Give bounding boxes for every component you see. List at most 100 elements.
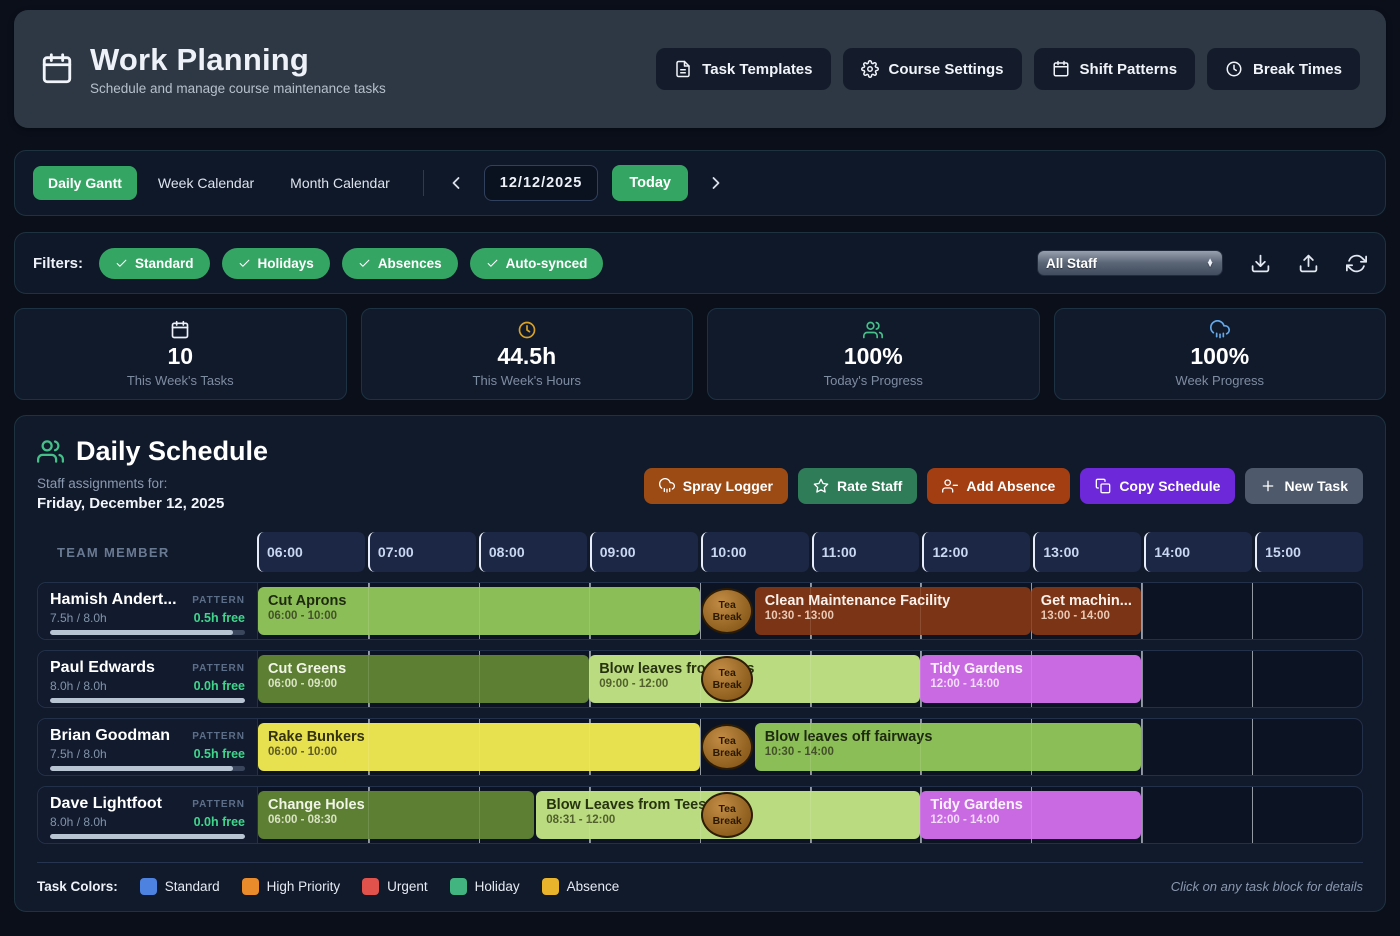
- stat-card-today-s-progress: 100%Today's Progress: [707, 308, 1040, 400]
- hour-gridline-overlay: [479, 787, 480, 843]
- task-block-clean-maintenance-facility[interactable]: Clean Maintenance Facility10:30 - 13:00: [755, 587, 1031, 635]
- hour-gridline-overlay: [920, 719, 921, 775]
- task-time: 13:00 - 14:00: [1041, 610, 1131, 622]
- hour-gridline-overlay: [368, 583, 369, 639]
- prev-day-button[interactable]: [442, 169, 470, 197]
- pattern-label: PATTERN: [192, 799, 245, 810]
- users-icon: [863, 320, 883, 340]
- member-name: Brian Goodman: [50, 727, 170, 745]
- row-timeline: Rake Bunkers06:00 - 10:00Blow leaves off…: [258, 719, 1362, 775]
- legend-item-label: Urgent: [387, 879, 428, 894]
- download-button[interactable]: [1250, 253, 1271, 274]
- pill-label: Standard: [135, 256, 194, 271]
- stat-card-this-week-s-hours: 44.5hThis Week's Hours: [361, 308, 694, 400]
- check-icon: [486, 257, 499, 270]
- break-times-button[interactable]: Break Times: [1207, 48, 1360, 90]
- capacity-bar: [50, 630, 245, 635]
- tea-break[interactable]: Tea Break: [701, 724, 753, 770]
- course-settings-button[interactable]: Course Settings: [843, 48, 1022, 90]
- capacity-bar: [50, 698, 245, 703]
- cloud-rain-icon: [1210, 320, 1230, 340]
- plus-icon: [1260, 478, 1276, 494]
- rate-staff-button[interactable]: Rate Staff: [798, 468, 917, 504]
- upload-icon: [1298, 253, 1319, 274]
- filter-holidays-pill[interactable]: Holidays: [222, 248, 330, 279]
- button-label: Task Templates: [702, 61, 812, 78]
- staff-filter-select[interactable]: All Staff ▲▼: [1037, 250, 1223, 276]
- task-templates-button[interactable]: Task Templates: [656, 48, 830, 90]
- schedule-subtitle: Staff assignments for:: [37, 476, 268, 491]
- time-column-13-00: 13:00: [1033, 532, 1141, 572]
- filter-bar: Filters: StandardHolidaysAbsencesAuto-sy…: [14, 232, 1386, 294]
- cloud-rain-icon: [659, 478, 675, 494]
- stat-value: 100%: [1190, 343, 1249, 370]
- hour-gridline-overlay: [1252, 651, 1253, 707]
- calendar-icon: [1052, 60, 1070, 78]
- schedule-header: Daily Schedule Staff assignments for: Fr…: [37, 436, 1363, 512]
- member-card[interactable]: Brian GoodmanPATTERN7.5h / 8.0h0.5h free: [38, 719, 258, 775]
- filter-absences-pill[interactable]: Absences: [342, 248, 458, 279]
- member-free-hours: 0.0h free: [194, 815, 245, 829]
- button-label: Copy Schedule: [1119, 478, 1220, 494]
- schedule-row-brian-goodman: Brian GoodmanPATTERN7.5h / 8.0h0.5h free…: [37, 718, 1363, 776]
- pattern-label: PATTERN: [192, 731, 245, 742]
- pill-label: Holidays: [258, 256, 314, 271]
- member-card[interactable]: Dave LightfootPATTERN8.0h / 8.0h0.0h fre…: [38, 787, 258, 843]
- divider: [423, 170, 424, 196]
- legend-item-high-priority: High Priority: [242, 878, 341, 895]
- tea-break[interactable]: Tea Break: [701, 792, 753, 838]
- tea-break[interactable]: Tea Break: [701, 588, 753, 634]
- copy-schedule-button[interactable]: Copy Schedule: [1080, 468, 1235, 504]
- copy-icon: [1095, 478, 1111, 494]
- hour-gridline-overlay: [810, 583, 811, 639]
- today-button[interactable]: Today: [612, 165, 688, 201]
- new-task-button[interactable]: New Task: [1245, 468, 1363, 504]
- hour-gridline-overlay: [368, 719, 369, 775]
- filter-auto-synced-pill[interactable]: Auto-synced: [470, 248, 604, 279]
- shift-patterns-button[interactable]: Shift Patterns: [1034, 48, 1196, 90]
- button-label: New Task: [1284, 478, 1348, 494]
- time-column-14-00: 14:00: [1144, 532, 1252, 572]
- tab-week-calendar[interactable]: Week Calendar: [143, 166, 269, 200]
- filter-standard-pill[interactable]: Standard: [99, 248, 210, 279]
- task-block-get-machin[interactable]: Get machin...13:00 - 14:00: [1031, 587, 1141, 635]
- row-timeline: Change Holes06:00 - 08:30Blow Leaves fro…: [258, 787, 1362, 843]
- chevron-left-icon: [446, 173, 466, 193]
- hour-gridline-overlay: [479, 583, 480, 639]
- time-column-11-00: 11:00: [812, 532, 920, 572]
- task-title: Get machin...: [1041, 593, 1131, 609]
- legend-item-label: Absence: [567, 879, 620, 894]
- task-block-blow-leaves-from-tees[interactable]: Blow leaves from Tees09:00 - 12:00: [589, 655, 920, 703]
- legend-item-absence: Absence: [542, 878, 620, 895]
- legend-item-label: High Priority: [267, 879, 341, 894]
- add-absence-button[interactable]: Add Absence: [927, 468, 1070, 504]
- refresh-button[interactable]: [1346, 253, 1367, 274]
- hour-gridline-overlay: [479, 651, 480, 707]
- hour-gridline-overlay: [589, 583, 590, 639]
- tea-break[interactable]: Tea Break: [701, 656, 753, 702]
- spray-logger-button[interactable]: Spray Logger: [644, 468, 788, 504]
- hour-gridline-overlay: [368, 787, 369, 843]
- member-hours: 7.5h / 8.0h: [50, 611, 107, 625]
- team-member-column-header: TEAM MEMBER: [37, 545, 257, 560]
- task-block-blow-leaves-off-fairways[interactable]: Blow leaves off fairways10:30 - 14:00: [755, 723, 1141, 771]
- next-day-button[interactable]: [702, 169, 730, 197]
- member-card[interactable]: Hamish Andert...PATTERN7.5h / 8.0h0.5h f…: [38, 583, 258, 639]
- date-input[interactable]: 12/12/2025: [484, 165, 599, 201]
- check-icon: [358, 257, 371, 270]
- member-card[interactable]: Paul EdwardsPATTERN8.0h / 8.0h0.0h free: [38, 651, 258, 707]
- task-block-change-holes[interactable]: Change Holes06:00 - 08:30: [258, 791, 534, 839]
- time-column-10-00: 10:00: [701, 532, 809, 572]
- task-title: Change Holes: [268, 797, 524, 813]
- hour-gridline-overlay: [1252, 583, 1253, 639]
- task-time: 10:30 - 13:00: [765, 610, 1021, 622]
- gantt-rows: Hamish Andert...PATTERN7.5h / 8.0h0.5h f…: [37, 582, 1363, 844]
- time-column-12-00: 12:00: [922, 532, 1030, 572]
- users-icon: [37, 438, 64, 465]
- tab-daily-gantt[interactable]: Daily Gantt: [33, 166, 137, 200]
- upload-button[interactable]: [1298, 253, 1319, 274]
- time-columns: 06:0007:0008:0009:0010:0011:0012:0013:00…: [257, 532, 1363, 572]
- brand: Work Planning Schedule and manage course…: [40, 42, 386, 96]
- tab-month-calendar[interactable]: Month Calendar: [275, 166, 405, 200]
- task-block-cut-greens[interactable]: Cut Greens06:00 - 09:00: [258, 655, 589, 703]
